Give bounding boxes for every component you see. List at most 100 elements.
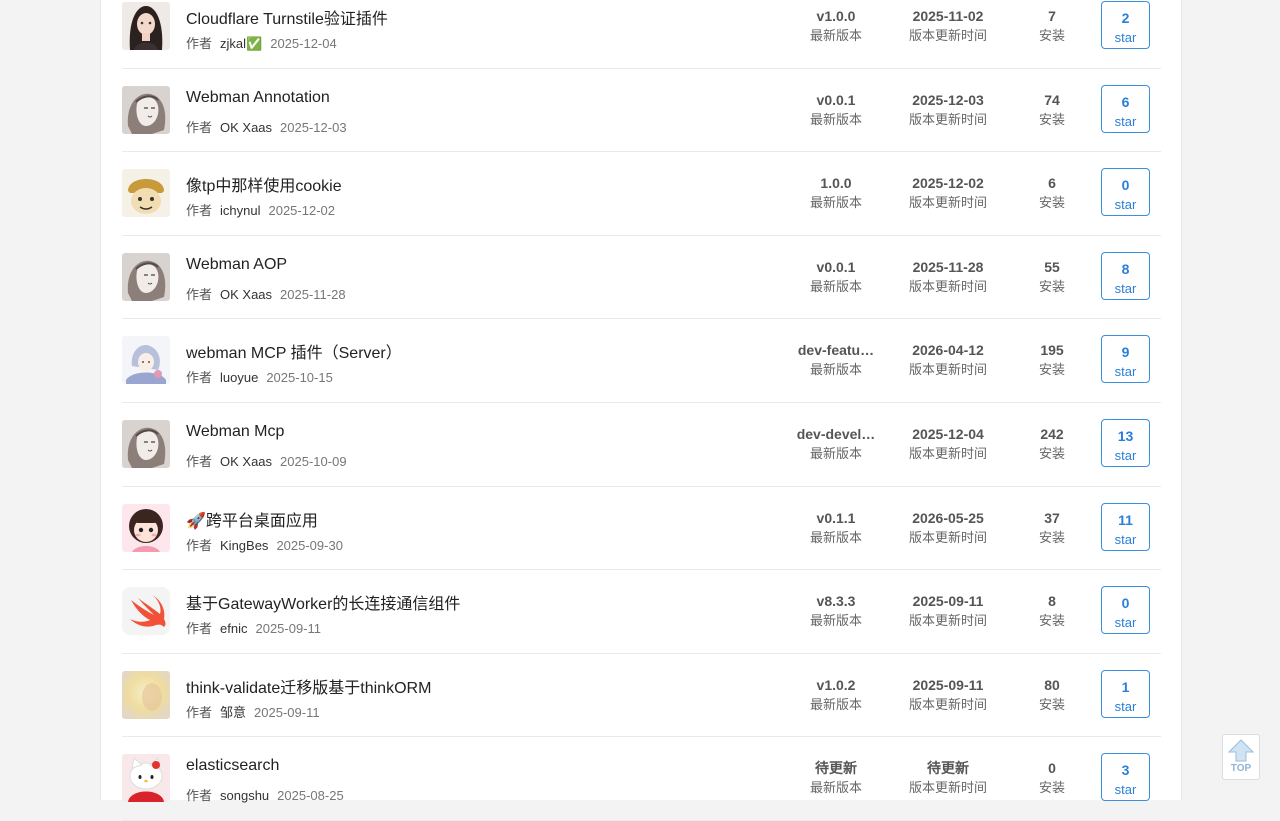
author-avatar[interactable] bbox=[122, 2, 170, 50]
author-avatar[interactable] bbox=[122, 754, 170, 803]
plugin-title-link[interactable]: Webman Mcp bbox=[186, 423, 284, 441]
plugin-row[interactable]: Webman Annotation 作者 OK Xaas 2025-12-03 v0.0… bbox=[122, 69, 1161, 153]
author-avatar[interactable] bbox=[122, 503, 170, 552]
install-count: 37 bbox=[1044, 509, 1060, 526]
star-button[interactable]: 0 star bbox=[1101, 586, 1150, 635]
plugin-row[interactable]: think-validate迁移版基于thinkORM 作者 邹意 2025-09-1… bbox=[122, 654, 1161, 738]
plugin-row[interactable]: 像tp中那样使用cookie 作者 ichynul 2025-12-02 1.0.0 最新… bbox=[122, 152, 1161, 236]
version-stat: v0.0.1 最新版本 bbox=[791, 91, 881, 128]
author-name[interactable]: songshu bbox=[220, 788, 269, 803]
author-avatar[interactable] bbox=[122, 419, 170, 468]
star-button[interactable]: 2 star bbox=[1101, 1, 1150, 49]
author-name[interactable]: luoyue bbox=[220, 370, 258, 385]
version-caption: 最新版本 bbox=[809, 613, 862, 629]
author-label: 作者 bbox=[186, 621, 213, 637]
version-value: v8.3.3 bbox=[816, 593, 856, 610]
plugin-title-link[interactable]: Webman AOP bbox=[186, 256, 287, 274]
star-button[interactable]: 9 star bbox=[1101, 335, 1150, 384]
star-count: 9 bbox=[1121, 344, 1130, 361]
publish-date: 2025-12-04 bbox=[270, 36, 337, 51]
plugin-title-link[interactable]: Cloudflare Turnstile验证插件 bbox=[186, 5, 388, 29]
back-to-top-button[interactable]: TOP bbox=[1222, 734, 1260, 780]
author-avatar[interactable] bbox=[122, 252, 170, 301]
star-count: 3 bbox=[1121, 762, 1130, 779]
updated-caption: 版本更新时间 bbox=[908, 278, 987, 294]
plugin-meta: 作者 OK Xaas 2025-10-09 bbox=[186, 451, 347, 470]
star-caption: star bbox=[1114, 364, 1137, 380]
updated-stat: 2025-11-02 版本更新时间 bbox=[898, 7, 998, 44]
author-name[interactable]: KingBes bbox=[220, 538, 268, 553]
star-button[interactable]: 0 star bbox=[1101, 168, 1150, 217]
author-avatar[interactable] bbox=[122, 587, 170, 636]
plugin-row[interactable]: 基于GatewayWorker的长连接通信组件作者 efnic 2025-09-11… bbox=[122, 570, 1161, 654]
version-caption: 最新版本 bbox=[809, 28, 862, 43]
author-name[interactable]: 邹意 bbox=[220, 705, 246, 720]
plugin-title-link[interactable]: webman MCP 插件（Server） bbox=[186, 339, 402, 363]
publish-date: 2025-10-15 bbox=[266, 370, 333, 386]
star-caption: star bbox=[1114, 30, 1137, 45]
install-stat: 80 安装 bbox=[1022, 676, 1082, 713]
version-caption: 最新版本 bbox=[809, 696, 862, 712]
updated-stat: 待更新 版本更新时间 bbox=[898, 759, 998, 796]
plugin-title-link[interactable]: 🚀跨平台桌面应用 bbox=[186, 507, 318, 531]
author-label: 作者 bbox=[186, 453, 213, 469]
author-label: 作者 bbox=[186, 370, 213, 386]
author-avatar[interactable] bbox=[122, 85, 170, 134]
plugin-row[interactable]: elasticsearch 作者 songshu 2025-08-25 待更新 最新版本待… bbox=[122, 737, 1161, 821]
version-caption: 最新版本 bbox=[809, 111, 862, 127]
author-name[interactable]: OK Xaas bbox=[220, 287, 272, 302]
plugin-meta: 作者 efnic 2025-09-11 bbox=[186, 618, 321, 637]
plugin-meta: 作者 ichynul 2025-12-02 bbox=[186, 200, 335, 219]
star-caption: star bbox=[1114, 698, 1137, 714]
publish-date: 2025-12-02 bbox=[268, 203, 335, 219]
author-name[interactable]: efnic bbox=[220, 621, 247, 636]
publish-date: 2025-08-25 bbox=[277, 788, 344, 804]
star-button[interactable]: 13 star bbox=[1101, 418, 1150, 467]
author-name[interactable]: OK Xaas bbox=[220, 120, 272, 135]
author-name[interactable]: ichynul bbox=[220, 203, 260, 218]
updated-value: 2025-09-11 bbox=[912, 676, 984, 693]
install-count: 7 bbox=[1048, 8, 1056, 24]
plugin-title-link[interactable]: 像tp中那样使用cookie bbox=[186, 172, 342, 196]
star-button[interactable]: 3 star bbox=[1101, 753, 1150, 802]
star-button[interactable]: 8 star bbox=[1101, 251, 1150, 300]
updated-stat: 2025-09-11 版本更新时间 bbox=[898, 592, 998, 629]
author-avatar[interactable] bbox=[122, 670, 170, 719]
version-stat: v0.1.1 最新版本 bbox=[791, 509, 881, 546]
updated-stat: 2026-05-25 版本更新时间 bbox=[898, 509, 998, 546]
author-label: 作者 bbox=[186, 788, 213, 804]
author-name[interactable]: OK Xaas bbox=[220, 454, 272, 469]
star-button[interactable]: 1 star bbox=[1101, 669, 1150, 718]
plugin-title-link[interactable]: think-validate迁移版基于thinkORM bbox=[186, 674, 431, 698]
plugin-meta: 作者 邹意 2025-09-11 bbox=[186, 702, 320, 721]
updated-caption: 版本更新时间 bbox=[908, 362, 987, 378]
plugin-title-link[interactable]: 基于GatewayWorker的长连接通信组件 bbox=[186, 590, 460, 614]
plugin-row[interactable]: Webman AOP 作者 OK Xaas 2025-11-28 v0.0.1 最新版本 2… bbox=[122, 236, 1161, 320]
author-avatar[interactable] bbox=[122, 336, 170, 385]
up-arrow-icon: TOP bbox=[1227, 739, 1255, 773]
plugin-row[interactable]: webman MCP 插件（Server） 作者 luoyue 2025-10-15 d… bbox=[122, 319, 1161, 403]
star-button[interactable]: 6 star bbox=[1101, 84, 1150, 133]
author-name[interactable]: zjkal✅ bbox=[220, 36, 262, 51]
updated-value: 2025-12-03 bbox=[912, 91, 984, 108]
install-stat: 6 安装 bbox=[1022, 174, 1082, 211]
star-caption: star bbox=[1114, 280, 1137, 296]
updated-value: 待更新 bbox=[927, 760, 969, 777]
version-caption: 最新版本 bbox=[809, 195, 862, 211]
version-value: dev-featu… bbox=[797, 342, 875, 359]
version-stat: dev-featu… 最新版本 bbox=[791, 341, 881, 378]
plugin-row[interactable]: Webman Mcp 作者 OK Xaas 2025-10-09 dev-devel… 最… bbox=[122, 403, 1161, 487]
author-avatar[interactable] bbox=[122, 169, 170, 218]
plugin-title-link[interactable]: Webman Annotation bbox=[186, 89, 330, 107]
plugin-title-link[interactable]: elasticsearch bbox=[186, 757, 279, 775]
version-value: v0.0.1 bbox=[816, 91, 856, 108]
plugin-row[interactable]: 🚀跨平台桌面应用 作者 KingBes 2025-09-30 v0.1.1 最新版本 202… bbox=[122, 487, 1161, 571]
plugin-row[interactable]: Cloudflare Turnstile验证插件 作者 zjkal✅ 2025-12-… bbox=[122, 0, 1161, 69]
version-stat: dev-devel… 最新版本 bbox=[791, 425, 881, 462]
author-label: 作者 bbox=[186, 537, 213, 553]
publish-date: 2025-12-03 bbox=[280, 119, 347, 135]
version-value: v1.0.2 bbox=[816, 676, 856, 693]
updated-value: 2025-12-02 bbox=[912, 175, 984, 192]
star-count: 6 bbox=[1121, 93, 1130, 110]
star-button[interactable]: 11 star bbox=[1101, 502, 1150, 551]
